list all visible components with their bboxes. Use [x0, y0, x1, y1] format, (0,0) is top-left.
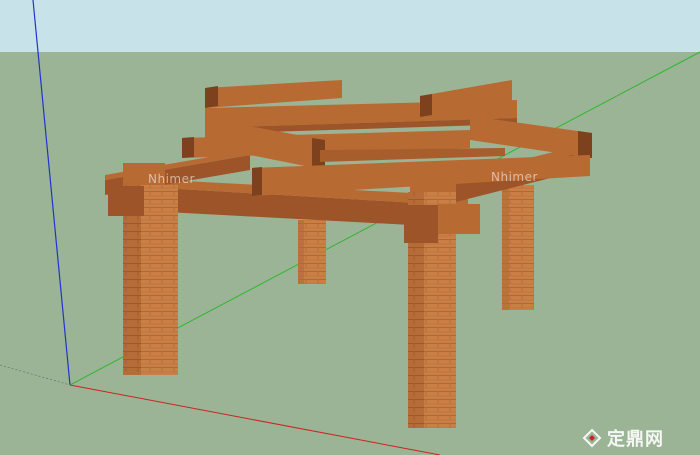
- modeling-viewport[interactable]: Nhimer Nhimer 定鼎网: [0, 0, 700, 455]
- watermark-right: Nhimer: [491, 170, 538, 184]
- brand-text: 定鼎网: [607, 429, 664, 450]
- brand-watermark: 定鼎网: [583, 425, 664, 451]
- sky-background: [0, 0, 700, 52]
- post-back-left[interactable]: [298, 220, 326, 284]
- post-back-right[interactable]: [502, 185, 534, 310]
- pergola-3d-scene[interactable]: [0, 0, 700, 455]
- watermark-left: Nhimer: [148, 172, 195, 186]
